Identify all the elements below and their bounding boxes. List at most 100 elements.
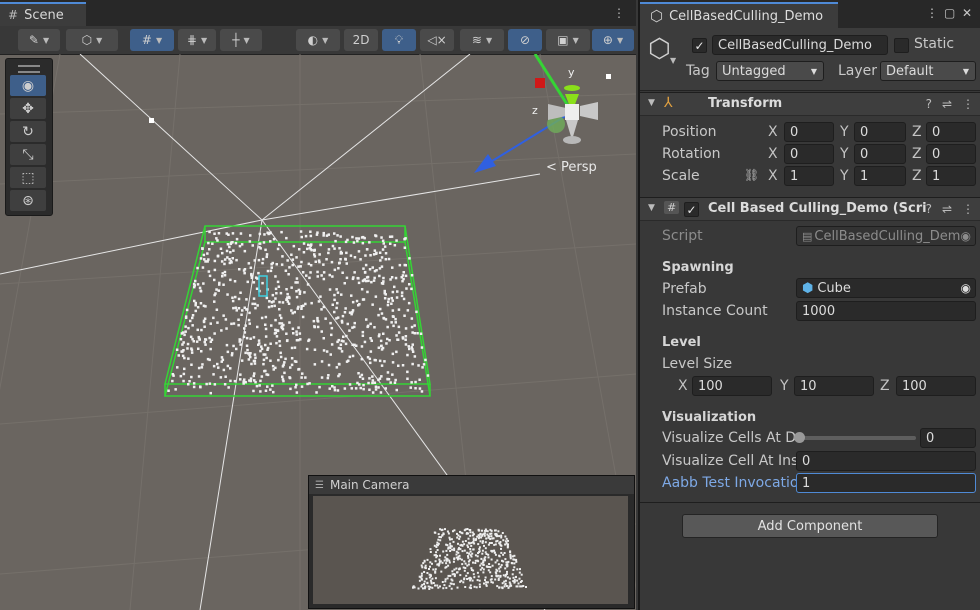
transform-header[interactable]: ▼ ⅄ Transform ? ⇌ ⋮ bbox=[640, 92, 980, 116]
rotation-y-field[interactable]: 0 bbox=[854, 144, 906, 164]
cube-instance bbox=[508, 581, 511, 584]
tab-inspector[interactable]: ⬡ CellBasedCulling_Demo bbox=[640, 2, 838, 28]
cube-instance bbox=[238, 244, 242, 248]
selected-cell[interactable] bbox=[258, 275, 268, 297]
tab-scene[interactable]: # Scene bbox=[0, 2, 86, 26]
static-checkbox[interactable] bbox=[894, 38, 909, 53]
scale-tool-button[interactable]: ⤡ bbox=[10, 144, 46, 165]
cube-instance bbox=[474, 562, 477, 564]
increment-snap-button[interactable]: ⋕ ▼ bbox=[178, 29, 216, 51]
kebab-menu-icon[interactable]: ⋮ bbox=[962, 97, 974, 111]
projection-toggle[interactable]: < Persp bbox=[546, 160, 597, 175]
orientation-gizmo[interactable]: y z bbox=[474, 54, 611, 173]
cube-instance bbox=[223, 274, 227, 277]
cube-instance bbox=[255, 287, 259, 290]
cube-instance bbox=[295, 360, 298, 363]
rect-tool-button[interactable]: ⬚ bbox=[10, 167, 46, 188]
help-icon[interactable]: ? bbox=[926, 202, 932, 216]
close-icon[interactable]: ✕ bbox=[962, 6, 972, 20]
component-enabled-checkbox[interactable]: ✓ bbox=[684, 202, 699, 217]
drag-handle[interactable] bbox=[18, 65, 40, 73]
cube-instance bbox=[301, 271, 305, 274]
slider-thumb[interactable] bbox=[794, 432, 805, 443]
draw-mode-button[interactable]: ✎ ▼ bbox=[18, 29, 60, 51]
add-component-button[interactable]: Add Component bbox=[682, 514, 938, 538]
lighting-button[interactable]: 💡︎ bbox=[382, 29, 416, 51]
link-broken-icon[interactable]: ⛓ bbox=[744, 168, 759, 182]
cube-instance bbox=[458, 554, 461, 557]
cube-instance bbox=[246, 348, 249, 352]
cube-instance bbox=[374, 234, 378, 238]
move-tool-button[interactable]: ✥ bbox=[10, 98, 46, 119]
maximize-icon[interactable]: ▢ bbox=[944, 6, 955, 20]
cube-instance bbox=[209, 322, 212, 325]
rotation-z-field[interactable]: 0 bbox=[926, 144, 976, 164]
kebab-menu-icon[interactable]: ⋮ bbox=[962, 202, 974, 216]
transform-icon: ⊛ bbox=[22, 192, 34, 209]
gizmos-button[interactable]: ⊕ ▼ bbox=[592, 29, 634, 51]
visualize-cell-inst-field[interactable]: 0 bbox=[796, 451, 976, 471]
view-tool-button[interactable]: ◉ bbox=[10, 75, 46, 96]
rotation-x-field[interactable]: 0 bbox=[784, 144, 834, 164]
shading-mode-button[interactable]: ◐ ▼ bbox=[296, 29, 340, 51]
prefab-field[interactable]: ⬢ Cube ◉ bbox=[796, 278, 976, 298]
level-size-z-field[interactable]: 100 bbox=[896, 376, 976, 396]
audio-button[interactable]: ◁× bbox=[420, 29, 454, 51]
preset-icon[interactable]: ⇌ bbox=[942, 97, 952, 111]
cube-instance bbox=[247, 318, 251, 322]
rotate-tool-button[interactable]: ↻ bbox=[10, 121, 46, 142]
cube-instance bbox=[222, 368, 226, 372]
scale-z-field[interactable]: 1 bbox=[926, 166, 976, 186]
cube-instance bbox=[490, 535, 493, 538]
level-size-y-field[interactable]: 10 bbox=[794, 376, 874, 396]
aabb-test-field[interactable]: 1 bbox=[796, 473, 976, 493]
position-z-field[interactable]: 0 bbox=[926, 122, 976, 142]
grid-snap-button[interactable]: # ▼ bbox=[130, 29, 174, 51]
position-y-field[interactable]: 0 bbox=[854, 122, 906, 142]
cube-instance bbox=[364, 263, 368, 267]
visualize-cells-field[interactable]: 0 bbox=[920, 428, 976, 448]
script-component-header[interactable]: ▼ # ✓ Cell Based Culling_Demo (Scri ? ⇌ ⋮ bbox=[640, 197, 980, 221]
instance-count-field[interactable]: 1000 bbox=[796, 301, 976, 321]
hidden-objects-button[interactable]: ⊘ bbox=[508, 29, 542, 51]
cube-instance bbox=[380, 348, 384, 351]
layer-dropdown[interactable]: Default ▼ bbox=[880, 61, 976, 81]
preset-icon[interactable]: ⇌ bbox=[942, 202, 952, 216]
scale-y-field[interactable]: 1 bbox=[854, 166, 906, 186]
cube-instance bbox=[302, 251, 306, 254]
cube-instance bbox=[434, 571, 437, 574]
camera-settings-button[interactable]: ▣ ▼ bbox=[546, 29, 590, 51]
cube-instance bbox=[382, 332, 385, 335]
pivot-button[interactable]: ⬡ ▼ bbox=[66, 29, 118, 51]
cube-instance bbox=[186, 342, 190, 346]
transform-tool-button[interactable]: ⊛ bbox=[10, 190, 46, 211]
vertex-snap-button[interactable]: ┼ ▼ bbox=[220, 29, 262, 51]
cube-instance bbox=[239, 343, 242, 346]
help-icon[interactable]: ? bbox=[926, 97, 932, 111]
cube-instance bbox=[310, 248, 313, 252]
fold-arrow-icon[interactable]: ▼ bbox=[648, 203, 655, 213]
effects-button[interactable]: ≋ ▼ bbox=[460, 29, 504, 51]
tag-dropdown[interactable]: Untagged ▼ bbox=[716, 61, 824, 81]
axis-y-label: Y bbox=[840, 146, 849, 162]
object-name-field[interactable]: CellBasedCulling_Demo bbox=[712, 35, 888, 55]
cube-instance bbox=[328, 387, 331, 390]
frustum-handle[interactable] bbox=[149, 118, 154, 123]
camera-preview-header[interactable]: ☰ Main Camera bbox=[309, 476, 634, 494]
kebab-menu-icon[interactable]: ⋮ bbox=[613, 6, 628, 20]
target-icon[interactable]: ◉ bbox=[961, 281, 971, 295]
visualize-cells-slider[interactable] bbox=[794, 432, 916, 443]
fold-arrow-icon[interactable]: ▼ bbox=[648, 98, 655, 108]
mode-2d-button[interactable]: 2D bbox=[344, 29, 378, 51]
kebab-menu-icon[interactable]: ⋮ bbox=[926, 6, 938, 20]
active-checkbox[interactable]: ✓ bbox=[692, 38, 707, 53]
scale-x-field[interactable]: 1 bbox=[784, 166, 834, 186]
cube-instance bbox=[404, 327, 408, 330]
cube-instance bbox=[515, 560, 518, 563]
chevron-down-icon[interactable]: ▼ bbox=[670, 56, 676, 65]
cube-instance bbox=[325, 350, 329, 353]
level-size-x-field[interactable]: 100 bbox=[692, 376, 772, 396]
position-x-field[interactable]: 0 bbox=[784, 122, 834, 142]
cube-instance bbox=[397, 308, 401, 311]
cube-instance bbox=[244, 324, 247, 327]
